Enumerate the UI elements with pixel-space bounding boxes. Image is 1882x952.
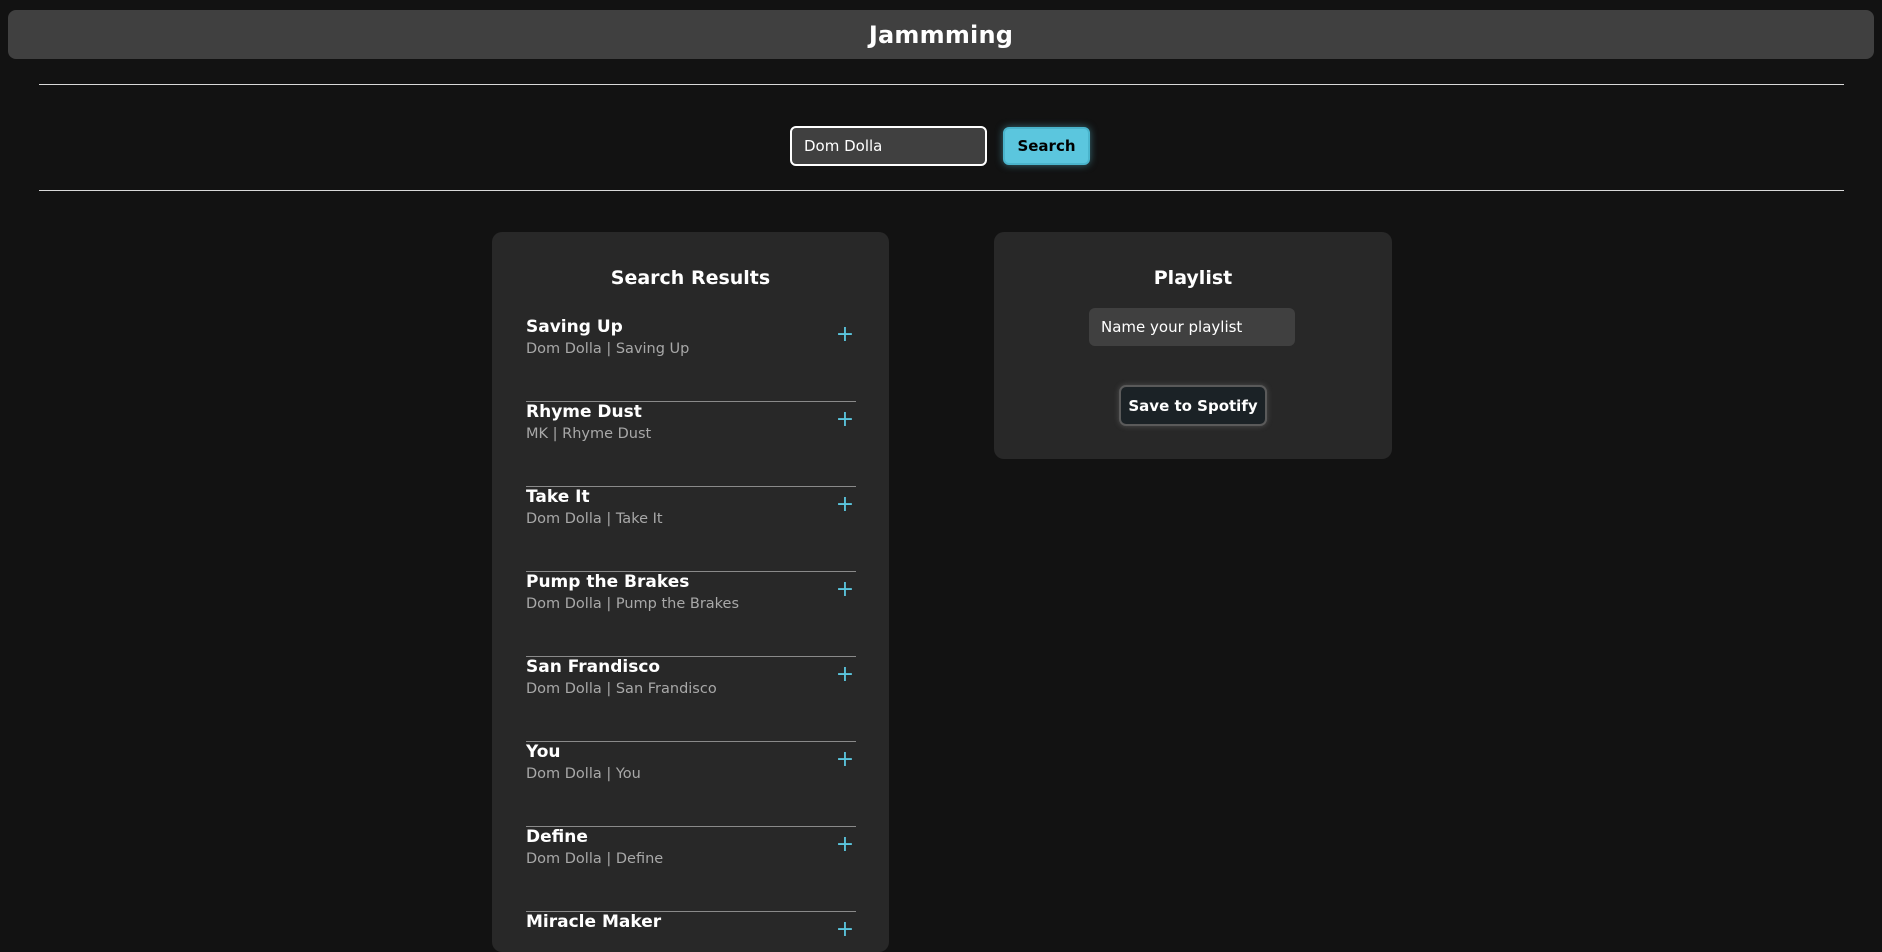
track-item: Define Dom Dolla | Define + [526,827,856,912]
track-artist-album: MK | Rhyme Dust [526,426,652,442]
track-item: Pump the Brakes Dom Dolla | Pump the Bra… [526,572,856,657]
save-to-spotify-button[interactable]: Save to Spotify [1119,385,1267,426]
add-track-icon[interactable]: + [834,322,856,347]
track-name: Define [526,827,588,847]
top-divider [39,84,1844,85]
search-button[interactable]: Search [1003,127,1090,165]
track-item: San Frandisco Dom Dolla | San Frandisco … [526,657,856,742]
track-item: Take It Dom Dolla | Take It + [526,487,856,572]
track-name: Saving Up [526,317,623,337]
track-name: Take It [526,487,590,507]
track-name: Rhyme Dust [526,402,642,422]
track-name: Pump the Brakes [526,572,690,592]
track-artist-album: Dom Dolla | Define [526,851,664,867]
add-track-icon[interactable]: + [834,407,856,432]
app-header: Jammming [8,10,1874,59]
playlist-title: Playlist [1153,267,1233,289]
track-name: San Frandisco [526,657,661,677]
search-results-panel: Search Results Saving Up Dom Dolla | Sav… [492,232,889,952]
app-title: Jammming [868,20,1014,49]
track-artist-album: Dom Dolla | San Frandisco [526,681,717,697]
track-artist-album: Dom Dolla | Saving Up [526,341,690,357]
add-track-icon[interactable]: + [834,832,856,857]
track-artist-album: Dom Dolla | Pump the Brakes [526,596,740,612]
search-divider [39,190,1844,191]
add-track-icon[interactable]: + [834,577,856,602]
search-results-title: Search Results [610,267,771,289]
track-item: Rhyme Dust MK | Rhyme Dust + [526,402,856,487]
track-name: Miracle Maker [526,912,662,932]
track-list: Saving Up Dom Dolla | Saving Up + Rhyme … [526,317,856,952]
playlist-panel: Playlist Save to Spotify [994,232,1392,459]
track-artist-album: Dom Dolla | Take It [526,511,663,527]
playlist-name-input[interactable] [1089,308,1295,346]
search-input[interactable] [790,126,987,166]
track-item: Miracle Maker + [526,912,856,952]
track-name: You [526,742,561,762]
track-artist-album: Dom Dolla | You [526,766,641,782]
track-item: Saving Up Dom Dolla | Saving Up + [526,317,856,402]
add-track-icon[interactable]: + [834,747,856,772]
add-track-icon[interactable]: + [834,492,856,517]
add-track-icon[interactable]: + [834,662,856,687]
track-item: You Dom Dolla | You + [526,742,856,827]
